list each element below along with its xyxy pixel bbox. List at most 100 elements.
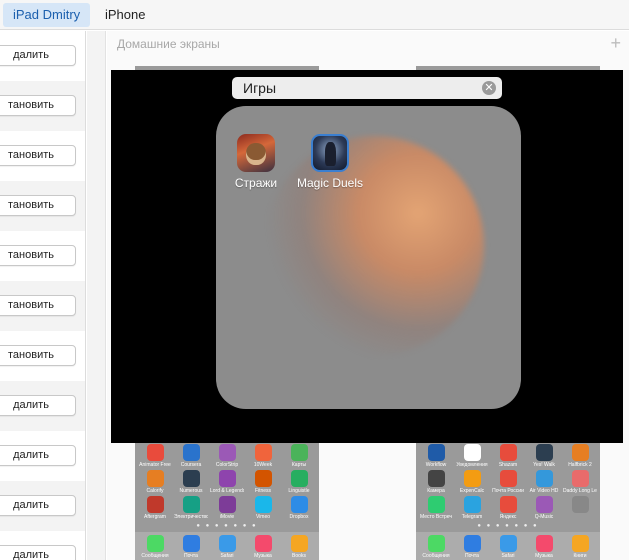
app-icon <box>218 470 236 487</box>
app-label: Музыка <box>535 553 553 559</box>
app-icon <box>290 535 308 552</box>
mini-app[interactable]: Shazam <box>491 444 525 468</box>
list-item: далить <box>0 31 85 81</box>
app-label: Calorify <box>146 488 164 494</box>
app-icon <box>218 444 236 461</box>
mini-app[interactable]: Место Встреч <box>419 496 453 520</box>
mini-app[interactable]: Камера <box>419 470 453 494</box>
app-icon <box>254 444 272 461</box>
dock-app[interactable]: Музыка <box>527 535 561 559</box>
app-icon <box>146 444 164 461</box>
app-icon <box>535 535 553 552</box>
mini-app[interactable]: Электричество <box>174 496 208 520</box>
row-action-button[interactable]: далить <box>0 545 76 560</box>
mini-app[interactable]: ColorStrip <box>210 444 244 468</box>
app-label: Fitness <box>254 488 272 494</box>
app-icon <box>427 470 445 487</box>
mini-app[interactable]: Halfbrick 2 <box>563 444 597 468</box>
mini-app[interactable]: Q-Music <box>527 496 561 520</box>
app-icon <box>146 535 164 552</box>
magic-duels-app-icon <box>311 134 349 172</box>
mini-app[interactable]: Daddy Long Legs <box>563 470 597 494</box>
app-label: Сообщения <box>141 553 169 559</box>
dock-app[interactable]: Книги <box>563 535 597 559</box>
mini-app[interactable]: Карты <box>282 444 316 468</box>
app-label: Почта <box>184 553 198 559</box>
row-action-button[interactable]: тановить <box>0 245 76 266</box>
app-label: Yes! Walk <box>533 462 555 468</box>
dock-app[interactable]: Почта <box>174 535 208 559</box>
app-label: Сообщения <box>422 553 450 559</box>
mini-app[interactable]: Calorify <box>138 470 172 494</box>
row-action-button[interactable]: тановить <box>0 195 76 216</box>
mini-app[interactable]: Linguistle <box>282 470 316 494</box>
row-action-button[interactable]: далить <box>0 45 76 66</box>
mini-app[interactable]: Lord & Legends <box>210 470 244 494</box>
clear-icon[interactable]: ✕ <box>482 81 496 95</box>
mini-app[interactable]: Numerous <box>174 470 208 494</box>
mini-app[interactable]: Yes! Walk <box>527 444 561 468</box>
dock-app[interactable]: Сообщения <box>419 535 453 559</box>
app-icon <box>427 496 445 513</box>
folder-app-label: Magic Duels <box>296 176 364 190</box>
mini-app[interactable]: 10Week <box>246 444 280 468</box>
row-action-button[interactable]: далить <box>0 395 76 416</box>
mini-app[interactable]: Aftergram <box>138 496 172 520</box>
dock-app[interactable]: Почта <box>455 535 489 559</box>
mini-app[interactable]: Coursera <box>174 444 208 468</box>
app-icon <box>463 535 481 552</box>
page-dots: ● ● ● ● ● ● ● <box>477 523 539 529</box>
dock-app[interactable]: Музыка <box>246 535 280 559</box>
app-icon <box>254 535 272 552</box>
mini-app[interactable]: Почта России <box>491 470 525 494</box>
app-label: Vimeo <box>255 514 271 520</box>
app-label: Почта России <box>492 488 524 494</box>
tab-ipad[interactable]: iPad Dmitry <box>3 3 91 27</box>
list-item: далить <box>0 531 85 560</box>
mini-app[interactable]: Animator Free <box>138 444 172 468</box>
mini-app[interactable]: ExpenCalc <box>455 470 489 494</box>
dock-app[interactable]: Safari <box>491 535 525 559</box>
folder-panel: Стражи Magic Duels <box>216 106 521 409</box>
tab-iphone[interactable]: iPhone <box>95 3 155 27</box>
app-label: Linguistle <box>288 488 310 494</box>
dock-app[interactable]: Books <box>282 535 316 559</box>
folder-app-magic-duels[interactable]: Magic Duels <box>290 134 370 190</box>
device-tab-bar: iPad Dmitry iPhone <box>0 0 629 30</box>
row-action-button[interactable]: далить <box>0 495 76 516</box>
mini-app[interactable]: Workflow <box>419 444 453 468</box>
mini-app[interactable]: Уведомления <box>455 444 489 468</box>
app-icon <box>254 470 272 487</box>
mini-app[interactable]: Dropbox <box>282 496 316 520</box>
app-label: Яндекс <box>499 514 517 520</box>
row-action-button[interactable]: тановить <box>0 145 76 166</box>
mini-app[interactable]: iMovie <box>210 496 244 520</box>
home-screen-dock: Сообщения Почта Safari Музыка Книги <box>416 532 600 560</box>
app-label: Lord & Legends <box>210 488 244 494</box>
row-action-button[interactable]: тановить <box>0 295 76 316</box>
mini-app[interactable]: Яндекс <box>491 496 525 520</box>
row-action-button[interactable]: тановить <box>0 345 76 366</box>
row-action-button[interactable]: тановить <box>0 95 76 116</box>
folder-app-guardians[interactable]: Стражи <box>216 134 296 190</box>
folder-app-label: Стражи <box>234 176 278 190</box>
mini-app[interactable] <box>563 496 597 514</box>
app-label: Камера <box>427 488 445 494</box>
dock-app[interactable]: Сообщения <box>138 535 172 559</box>
mini-app[interactable]: Telegram <box>455 496 489 520</box>
mini-app[interactable]: Fitness <box>246 470 280 494</box>
app-icon <box>290 496 308 513</box>
dock-app[interactable]: Safari <box>210 535 244 559</box>
folder-name-field[interactable]: Игры ✕ <box>232 77 502 99</box>
app-icon <box>463 496 481 513</box>
row-action-button[interactable]: далить <box>0 445 76 466</box>
mini-app[interactable]: Air Video HD <box>527 470 561 494</box>
apps-list: далить тановить тановить тановить танови… <box>0 31 86 560</box>
app-label: Aftergram <box>144 514 166 520</box>
app-label: Safari <box>220 553 234 559</box>
app-icon <box>146 496 164 513</box>
plus-icon[interactable]: + <box>610 33 621 54</box>
app-label: Q-Music <box>534 514 554 520</box>
list-divider <box>87 31 106 560</box>
mini-app[interactable]: Vimeo <box>246 496 280 520</box>
